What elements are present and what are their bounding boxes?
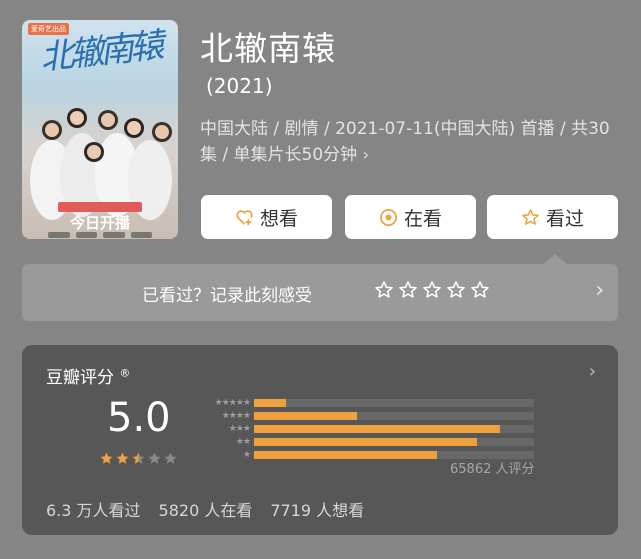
- distribution-bar: [254, 437, 477, 446]
- rating-stars: [99, 451, 178, 466]
- page-title: 北辙南辕: [200, 29, 336, 68]
- target-circle-icon: [380, 208, 397, 226]
- watching-label: 在看: [403, 207, 442, 230]
- distribution-bar: [254, 450, 437, 459]
- watching-count: 5820 人在看: [158, 501, 253, 520]
- poster-figures: [30, 108, 172, 220]
- poster-premiere-text: 今日开播: [69, 214, 130, 232]
- poster-banner: [58, 202, 142, 212]
- chevron-right-icon: ›: [362, 145, 369, 164]
- chevron-right-icon: ›: [595, 278, 604, 303]
- release-year: (2021): [206, 74, 273, 98]
- chevron-right-icon: ›: [588, 361, 596, 382]
- distribution-track: [254, 437, 534, 446]
- rate-star-4[interactable]: [446, 280, 466, 300]
- poster-logos: [48, 232, 152, 238]
- rate-prompt-bar[interactable]: 已看过？记录此刻感受 ›: [22, 254, 618, 321]
- rate-bar-pointer: [543, 254, 567, 264]
- want-to-watch-label: 想看: [259, 207, 298, 230]
- distribution-stars-label: ★: [242, 449, 251, 460]
- watched-count: 6.3 万人看过: [46, 501, 141, 520]
- watched-button[interactable]: 看过: [487, 195, 618, 239]
- rate-star-1[interactable]: [374, 280, 394, 300]
- rate-prompt-text: 已看过？记录此刻感受: [142, 286, 312, 306]
- rating-label-text: 豆瓣评分: [46, 368, 114, 388]
- distribution-row: ★★★★: [198, 409, 534, 422]
- distribution-track: [254, 424, 534, 433]
- poster-tag: 爱奇艺出品: [28, 23, 69, 35]
- rating-score: 5.0: [107, 395, 171, 441]
- registered-mark: ®: [119, 366, 131, 380]
- watched-label: 看过: [545, 207, 584, 230]
- rating-star-3: [132, 452, 145, 464]
- heart-plus-icon: [236, 209, 253, 225]
- rating-star-4: [148, 452, 161, 464]
- poster-calligraphy: 北辙南辕: [38, 25, 162, 79]
- rating-label: 豆瓣评分 ®: [46, 363, 130, 388]
- meta-text: 中国大陆 / 剧情 / 2021-07-11(中国大陆) 首播 / 共30集 /…: [200, 119, 610, 165]
- want-count: 7719 人想看: [270, 501, 365, 520]
- rate-star-3[interactable]: [422, 280, 442, 300]
- distribution-row: ★★★: [198, 422, 534, 435]
- rate-star-5[interactable]: [470, 280, 490, 300]
- movie-meta[interactable]: 中国大陆 / 剧情 / 2021-07-11(中国大陆) 首播 / 共30集 /…: [200, 116, 620, 168]
- audience-summary: 6.3 万人看过 5820 人在看 7719 人想看: [46, 497, 364, 521]
- star-outline-icon: [522, 208, 539, 225]
- distribution-row: ★★: [198, 435, 534, 448]
- distribution-stars-label: ★★★★★: [214, 397, 251, 408]
- rating-distribution: ★★★★★ ★★★★ ★★★ ★★ ★: [198, 396, 534, 461]
- rating-count: 65862 人评分: [450, 462, 535, 477]
- distribution-track: [254, 411, 534, 420]
- distribution-bar: [254, 411, 358, 420]
- distribution-stars-label: ★★: [235, 436, 251, 447]
- rating-star-1: [100, 452, 113, 464]
- want-to-watch-button[interactable]: 想看: [201, 195, 332, 239]
- rating-star-5: [164, 452, 177, 464]
- distribution-row: ★★★★★: [198, 396, 534, 409]
- rate-stars[interactable]: [374, 280, 490, 300]
- poster-image[interactable]: 爱奇艺出品 北辙南辕 今日开播: [22, 20, 178, 239]
- watching-button[interactable]: 在看: [345, 195, 476, 239]
- distribution-bar: [254, 424, 501, 433]
- douban-rating-card[interactable]: 豆瓣评分 ® › 5.0 ★★★★★ ★★★★ ★★★ ★★ ★ 65862 人评分 6…: [22, 345, 618, 535]
- rating-star-2: [116, 452, 129, 464]
- rate-star-2[interactable]: [398, 280, 418, 300]
- distribution-track: [254, 398, 534, 407]
- distribution-bar: [254, 398, 286, 407]
- distribution-stars-label: ★★★: [228, 423, 251, 434]
- distribution-stars-label: ★★★★: [221, 410, 251, 421]
